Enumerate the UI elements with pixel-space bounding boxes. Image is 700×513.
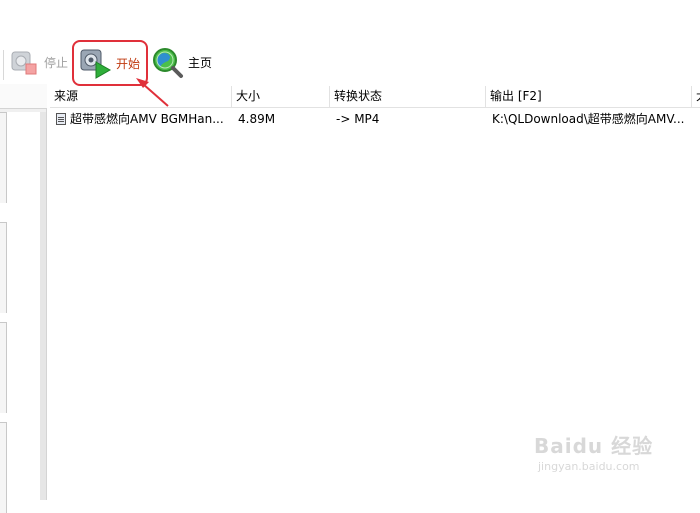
toolbar: 停止 开始 主页 [0,0,700,86]
column-header-source[interactable]: 来源 [50,86,232,107]
column-header-size[interactable]: 大小 [232,86,330,107]
table-header: 来源 大小 转换状态 输出 [F2] 大 [50,86,700,108]
start-button[interactable]: 开始 [72,40,148,86]
row-output: K:\QLDownload\超带感燃向AMV... [492,112,685,126]
left-panel-item[interactable] [0,322,7,413]
toolbar-separator [3,50,4,80]
left-panel [0,84,47,513]
left-panel-list [0,112,41,513]
start-label: 开始 [116,56,141,71]
column-header-status[interactable]: 转换状态 [330,86,486,107]
row-source-cell: 超带感燃向AMV BGMHan... [50,108,232,130]
row-size: 4.89M [238,112,276,126]
home-label: 主页 [188,55,213,70]
baidu-watermark: Baidu 经验 jingyan.baidu.com [534,420,674,480]
column-header-extra[interactable]: 大 [692,86,700,107]
left-panel-item[interactable] [0,422,7,513]
file-icon [56,113,66,125]
stop-button[interactable]: 停止 [8,44,68,80]
row-source: 超带感燃向AMV BGMHan... [70,112,224,126]
left-panel-scrollbar[interactable] [40,112,46,500]
home-button[interactable]: 主页 [150,44,212,80]
stop-convert-icon [11,51,37,75]
table-row[interactable]: 超带感燃向AMV BGMHan... 4.89M -> MP4 K:\QLDow… [50,108,700,130]
left-panel-item[interactable] [0,222,7,313]
home-magnifier-icon [153,48,183,78]
watermark-url: jingyan.baidu.com [538,460,640,473]
stop-label: 停止 [44,55,69,70]
left-panel-item[interactable] [0,112,7,203]
start-convert-icon [80,49,112,79]
watermark-brand: Baidu 经验 [534,434,654,458]
column-header-output[interactable]: 输出 [F2] [486,86,692,107]
left-panel-header [0,84,47,109]
row-status: -> MP4 [336,112,380,126]
